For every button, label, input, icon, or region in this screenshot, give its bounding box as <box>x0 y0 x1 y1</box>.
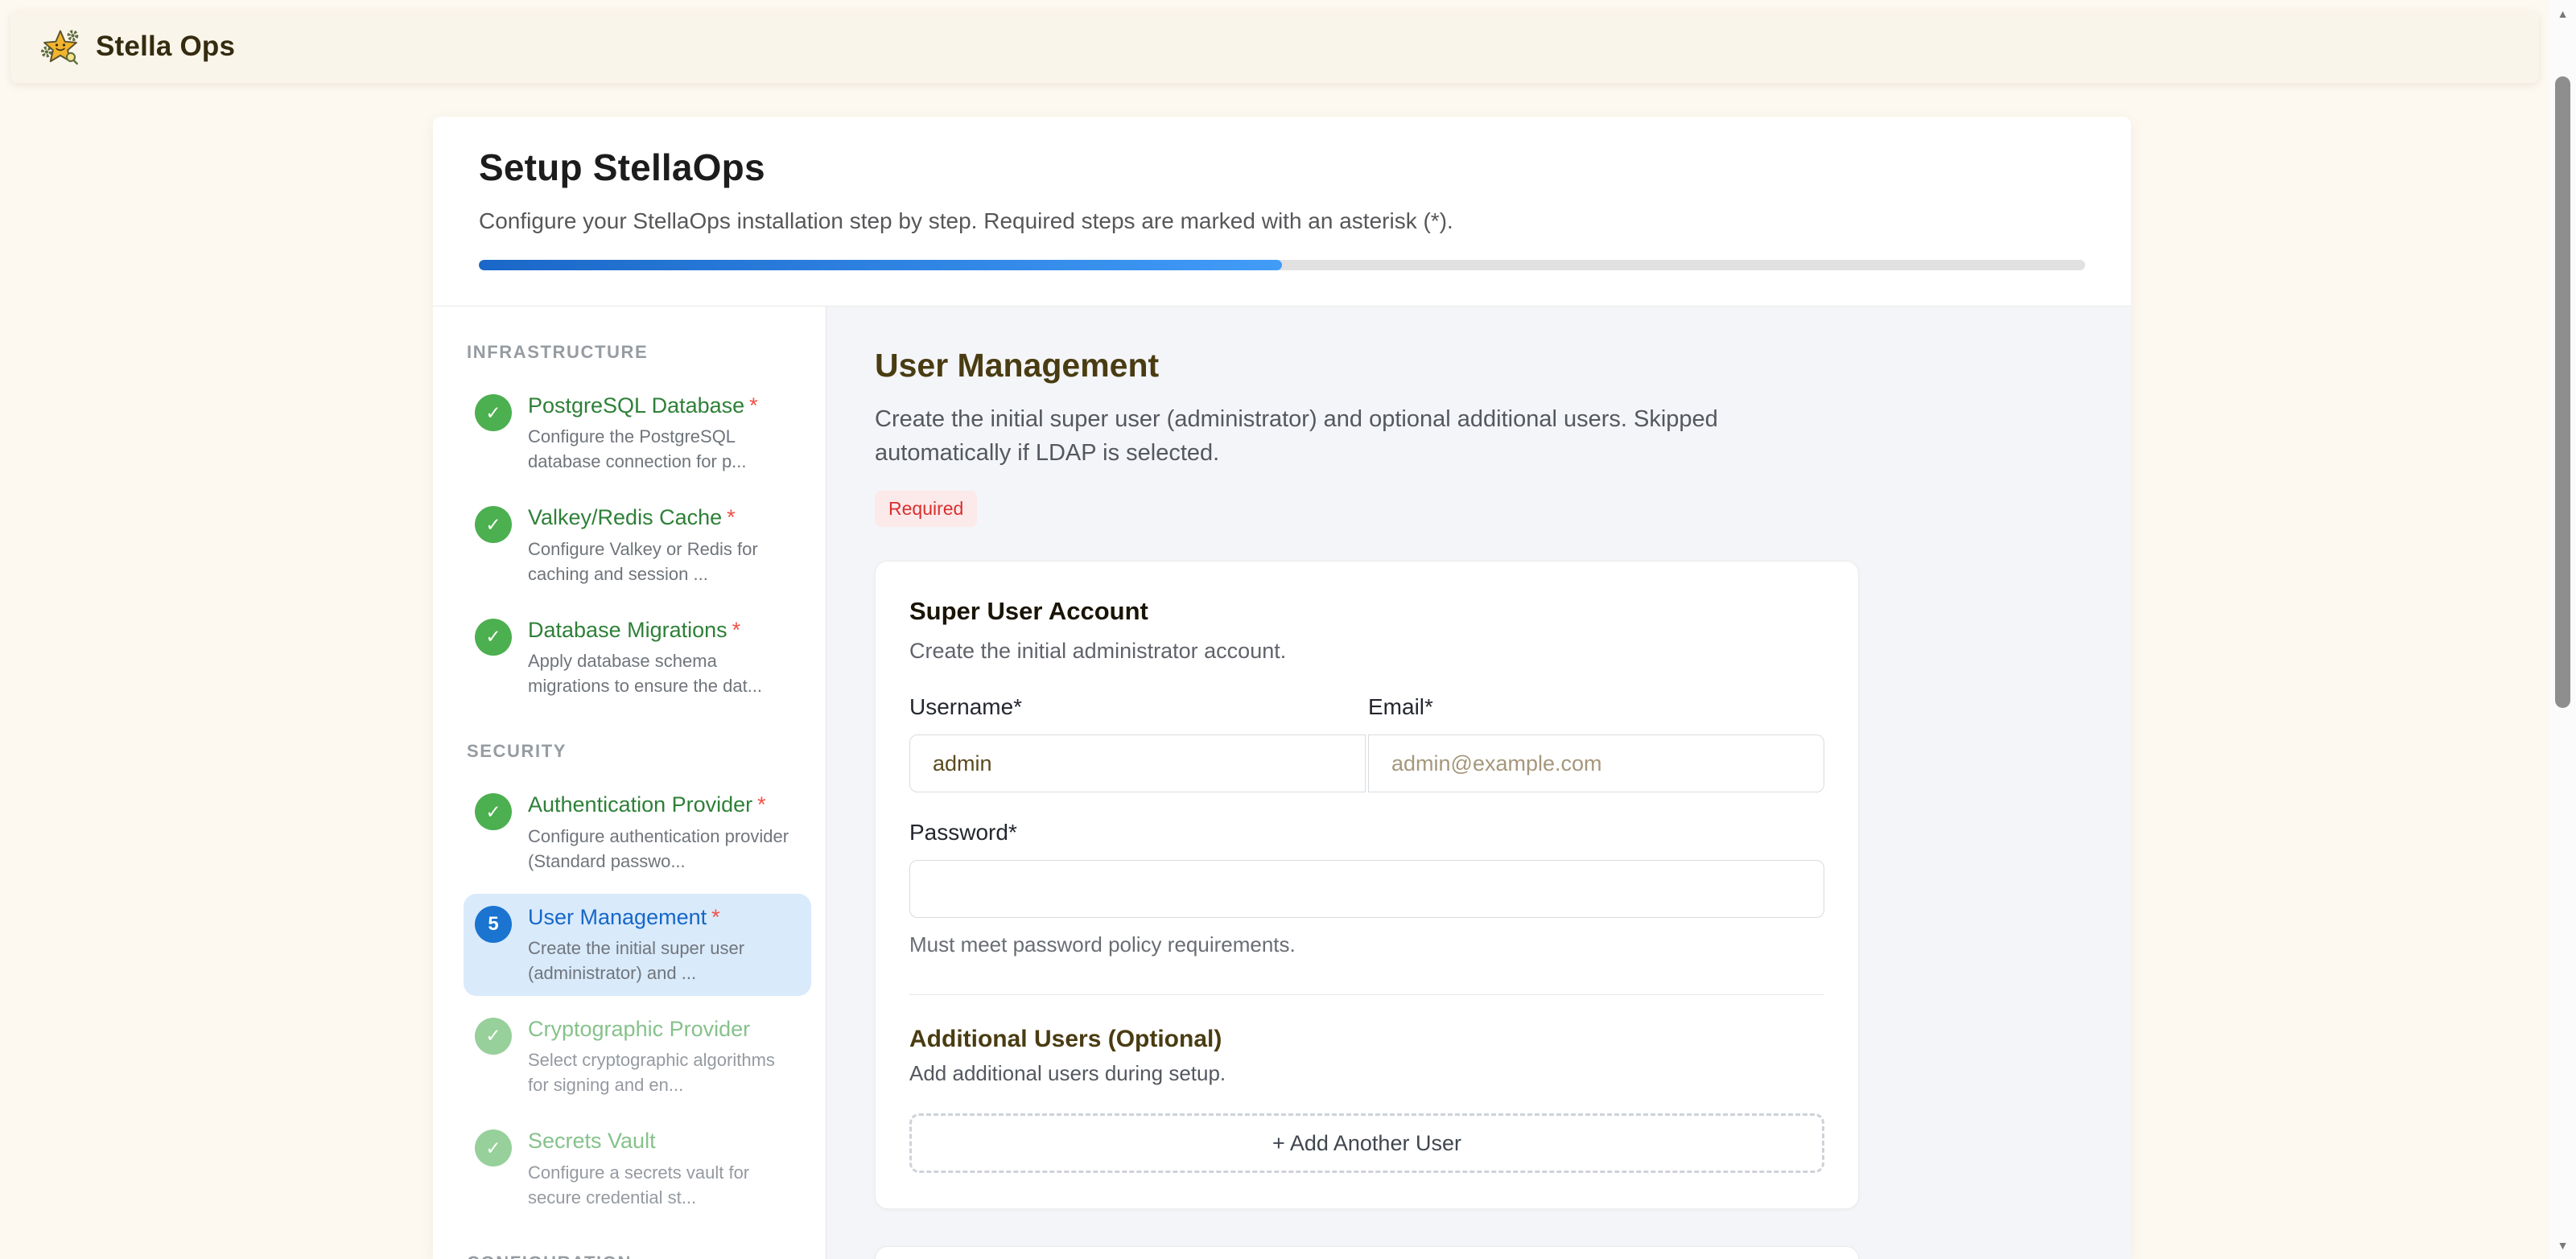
step-description: Create the initial super user (administr… <box>528 936 800 985</box>
sidebar-item-user-management[interactable]: 5 User Management* Create the initial su… <box>464 894 811 996</box>
wizard-title: Setup StellaOps <box>479 146 2085 189</box>
section-divider <box>909 994 1824 995</box>
scrollbar-up-icon[interactable]: ▲ <box>2549 2 2576 26</box>
super-user-account-card: Super User Account Create the initial ad… <box>875 561 1859 1209</box>
check-icon: ✓ <box>475 619 512 656</box>
step-description: Configure authentication provider (Stand… <box>528 824 800 874</box>
sidebar-item-postgresql-database[interactable]: ✓ PostgreSQL Database* Configure the Pos… <box>464 382 811 484</box>
scrollbar-down-icon[interactable]: ▼ <box>2549 1233 2576 1257</box>
validation-checks-card: Validation Checks - exists Check passed <box>875 1246 1859 1259</box>
step-description: Apply database schema migrations to ensu… <box>528 648 800 698</box>
step-description: Configure a secrets vault for secure cre… <box>528 1160 800 1210</box>
stella-ops-logo-icon <box>39 28 81 65</box>
setup-wizard-container: Setup StellaOps Configure your StellaOps… <box>433 117 2131 1259</box>
additional-users-subtitle: Add additional users during setup. <box>909 1061 1824 1086</box>
section-label-security: SECURITY <box>467 741 811 762</box>
step-description: Configure Valkey or Redis for caching an… <box>528 537 800 586</box>
step-number-badge: 5 <box>475 906 512 943</box>
wizard-header: Setup StellaOps Configure your StellaOps… <box>433 117 2131 307</box>
super-user-card-title: Super User Account <box>909 597 1824 626</box>
step-title: Database Migrations <box>528 618 727 642</box>
password-field[interactable] <box>909 860 1824 918</box>
step-description: Configure the PostgreSQL database connec… <box>528 424 800 474</box>
sidebar-item-valkey-redis-cache[interactable]: ✓ Valkey/Redis Cache* Configure Valkey o… <box>464 494 811 596</box>
check-icon: ✓ <box>475 506 512 543</box>
sidebar-item-cryptographic-provider[interactable]: ✓ Cryptographic Provider Select cryptogr… <box>464 1006 811 1108</box>
check-icon: ✓ <box>475 1129 512 1166</box>
step-content-panel: User Management Create the initial super… <box>826 307 2131 1259</box>
page-title: User Management <box>875 347 2083 385</box>
scrollbar-thumb[interactable] <box>2555 76 2570 708</box>
required-asterisk: * <box>711 905 720 929</box>
required-asterisk: * <box>749 393 758 418</box>
check-icon: ✓ <box>475 394 512 431</box>
sidebar-item-secrets-vault[interactable]: ✓ Secrets Vault Configure a secrets vaul… <box>464 1117 811 1220</box>
setup-steps-sidebar: INFRASTRUCTURE ✓ PostgreSQL Database* Co… <box>433 307 826 1259</box>
page-description: Create the initial super user (administr… <box>875 402 1748 470</box>
required-asterisk: * <box>757 792 766 817</box>
email-label: Email* <box>1368 694 1824 720</box>
page-scrollbar[interactable]: ▲ ▼ <box>2549 0 2576 1259</box>
brand-name: Stella Ops <box>96 31 235 63</box>
sidebar-item-authentication-provider[interactable]: ✓ Authentication Provider* Configure aut… <box>464 781 811 883</box>
step-title: Authentication Provider <box>528 792 752 817</box>
step-title: Cryptographic Provider <box>528 1017 750 1041</box>
step-title: PostgreSQL Database <box>528 393 744 418</box>
step-title: Valkey/Redis Cache <box>528 505 722 529</box>
step-title: User Management <box>528 905 707 929</box>
super-user-card-subtitle: Create the initial administrator account… <box>909 639 1824 664</box>
username-label: Username* <box>909 694 1366 720</box>
email-field[interactable] <box>1368 734 1824 792</box>
sidebar-item-database-migrations[interactable]: ✓ Database Migrations* Apply database sc… <box>464 607 811 709</box>
additional-users-title: Additional Users (Optional) <box>909 1026 1824 1053</box>
check-icon: ✓ <box>475 793 512 830</box>
password-label: Password* <box>909 820 1824 846</box>
required-asterisk: * <box>732 618 741 642</box>
username-field[interactable] <box>909 734 1366 792</box>
required-asterisk: * <box>727 505 736 529</box>
check-icon: ✓ <box>475 1018 512 1055</box>
wizard-subtitle: Configure your StellaOps installation st… <box>479 208 2085 234</box>
section-label-configuration: CONFIGURATION <box>467 1253 811 1259</box>
required-badge: Required <box>875 491 977 527</box>
step-description: Select cryptographic algorithms for sign… <box>528 1047 800 1097</box>
step-title: Secrets Vault <box>528 1129 656 1153</box>
add-another-user-button[interactable]: + Add Another User <box>909 1113 1824 1173</box>
setup-progress-bar <box>479 260 2085 270</box>
password-help-text: Must meet password policy requirements. <box>909 932 1824 957</box>
setup-progress-fill <box>479 260 1282 270</box>
top-navbar: Stella Ops <box>10 10 2539 83</box>
section-label-infrastructure: INFRASTRUCTURE <box>467 342 811 363</box>
